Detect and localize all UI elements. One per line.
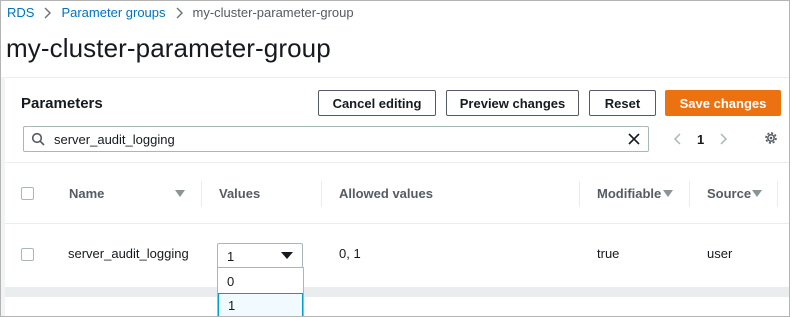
column-header-source[interactable]: Source — [707, 163, 751, 223]
search-input[interactable]: server_audit_logging — [23, 126, 649, 152]
column-header-modifiable[interactable]: Modifiable — [597, 163, 661, 223]
current-page-number[interactable]: 1 — [697, 132, 704, 147]
breadcrumb-rds-link[interactable]: RDS — [7, 5, 34, 20]
next-panel — [5, 297, 789, 316]
sort-caret-icon[interactable] — [752, 190, 762, 198]
select-value: 1 — [227, 249, 235, 264]
dropdown-option[interactable]: 0 — [218, 269, 303, 293]
search-value: server_audit_logging — [54, 132, 175, 147]
sort-caret-icon[interactable] — [175, 190, 185, 198]
panel-separator — [5, 287, 789, 297]
page-header: RDS Parameter groups my-cluster-paramete… — [1, 1, 789, 77]
close-icon[interactable] — [627, 132, 641, 146]
pagination: 1 — [673, 126, 728, 152]
previous-page-icon[interactable] — [673, 132, 683, 146]
column-divider — [579, 181, 580, 207]
column-header-values: Values — [219, 185, 261, 201]
column-divider — [201, 181, 202, 207]
cell-name: server_audit_logging — [68, 246, 189, 261]
reset-button[interactable]: Reset — [589, 90, 656, 116]
breadcrumb-parameter-groups-link[interactable]: Parameter groups — [61, 5, 165, 20]
sort-caret-icon[interactable] — [663, 190, 673, 198]
row-checkbox[interactable] — [21, 248, 34, 261]
caret-down-icon — [281, 252, 293, 259]
breadcrumb: RDS Parameter groups my-cluster-paramete… — [7, 5, 354, 20]
parameters-panel: Parameters Cancel editing Preview change… — [5, 77, 789, 287]
cell-modifiable: true — [597, 246, 620, 261]
cancel-editing-button[interactable]: Cancel editing — [318, 90, 436, 116]
value-select[interactable]: 1 — [217, 243, 303, 268]
column-divider — [689, 181, 690, 207]
save-changes-button[interactable]: Save changes — [665, 90, 781, 116]
column-divider — [321, 181, 322, 207]
next-page-icon[interactable] — [718, 132, 728, 146]
column-header-name[interactable]: Name — [69, 163, 104, 223]
gear-icon[interactable] — [763, 130, 779, 146]
table-row: server_audit_logging 1 0, 1 true user — [5, 224, 789, 286]
breadcrumb-separator-icon — [175, 7, 184, 19]
column-header-allowed-values: Allowed values — [339, 185, 433, 201]
table-header: Name Values Allowed values Modifiable So… — [5, 162, 789, 224]
dropdown-option-selected[interactable]: 1 — [218, 293, 303, 316]
breadcrumb-separator-icon — [43, 7, 52, 19]
cell-source: user — [707, 246, 733, 261]
app-window: RDS Parameter groups my-cluster-paramete… — [0, 0, 790, 317]
search-icon — [31, 132, 45, 146]
page-title: my-cluster-parameter-group — [6, 33, 331, 63]
column-divider — [777, 181, 778, 207]
preview-changes-button[interactable]: Preview changes — [446, 90, 579, 116]
value-dropdown-menu: 0 1 — [217, 267, 304, 316]
panel-title: Parameters — [21, 95, 103, 112]
select-all-checkbox[interactable] — [21, 187, 34, 200]
cell-allowed-values: 0, 1 — [339, 246, 361, 261]
breadcrumb-current: my-cluster-parameter-group — [192, 5, 354, 20]
